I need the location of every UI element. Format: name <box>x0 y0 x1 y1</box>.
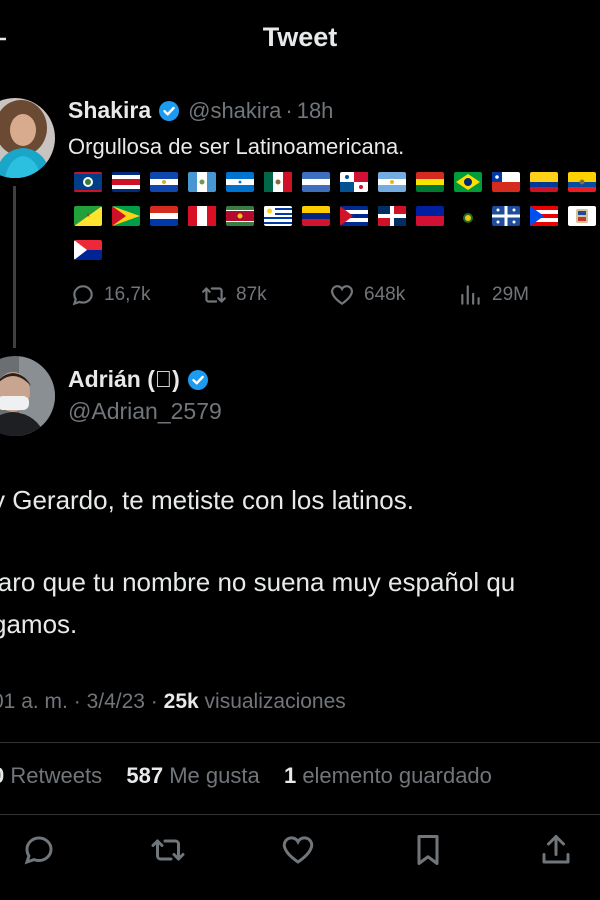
flag-venezuela <box>302 206 330 226</box>
likes-label[interactable]: Me gusta <box>169 763 260 788</box>
flag-honduras <box>226 172 254 192</box>
flag-costa-rica <box>112 172 140 192</box>
flag-belize <box>74 172 102 192</box>
heart-icon <box>331 285 353 305</box>
likes-count[interactable]: 587 <box>126 763 163 788</box>
reply-text-line-3: gamos. <box>0 609 78 639</box>
reply-text-line-2: laro que tu nombre no suena muy español … <box>0 567 516 597</box>
flag-peru <box>188 206 216 226</box>
saves-label[interactable]: elemento guardado <box>302 763 492 788</box>
views-count: 25k <box>163 690 199 713</box>
flag-guadeloupe <box>454 206 482 226</box>
tweet-stats: 0 Retweets 587 Me gusta 1 elemento guard… <box>0 763 492 789</box>
flag-uruguay <box>264 206 292 226</box>
views-icon <box>461 285 480 305</box>
retweets-count[interactable]: 0 <box>0 763 4 788</box>
reply-author-row: Adrián () <box>68 366 600 393</box>
meta-separator: · <box>73 690 81 713</box>
tweet-date[interactable]: 3/4/23 <box>87 690 145 713</box>
divider <box>0 814 600 815</box>
retweets-label[interactable]: Retweets <box>10 763 102 788</box>
verified-badge-icon <box>159 100 180 121</box>
reply-icon <box>72 285 93 306</box>
flag-ecuador <box>568 172 596 192</box>
flag-colombia <box>530 172 558 192</box>
flag-panama <box>340 172 368 192</box>
heart-icon[interactable] <box>280 832 316 868</box>
tweet-meta: 01 a. m. · 3/4/23 · 25k visualizaciones <box>0 690 346 714</box>
saves-count[interactable]: 1 <box>284 763 296 788</box>
divider <box>0 742 600 743</box>
retweet-action[interactable]: 87k <box>200 282 267 308</box>
tweet-time[interactable]: 18h <box>297 98 334 124</box>
original-author-row: Shakira @shakira · 18h <box>68 97 600 124</box>
avatar-shakira[interactable] <box>0 98 55 178</box>
reply-author-handle[interactable]: @Adrian_2579 <box>68 398 222 425</box>
flag-haiti <box>416 206 444 226</box>
like-count: 648k <box>364 284 406 305</box>
flag-guyana <box>112 206 140 226</box>
flag-saint-martin <box>74 240 102 260</box>
flag-argentina <box>378 172 406 192</box>
top-bar: Tweet <box>0 0 600 80</box>
views-count: 29M <box>492 284 529 305</box>
thread-line <box>13 186 16 348</box>
share-icon[interactable] <box>538 832 574 868</box>
flag-cuba <box>340 206 368 226</box>
retweet-icon <box>202 287 226 303</box>
flag-bolivia <box>416 172 444 192</box>
views-action[interactable]: 29M <box>458 282 529 308</box>
flag-guatemala <box>188 172 216 192</box>
flag-brazil <box>454 172 482 192</box>
verified-badge-icon <box>187 369 208 390</box>
avatar-adrian[interactable] <box>0 356 55 436</box>
like-action[interactable]: 648k <box>328 282 405 308</box>
retweet-count: 87k <box>236 284 267 305</box>
flag-martinique <box>492 206 520 226</box>
page-title: Tweet <box>262 22 338 52</box>
retweet-icon[interactable] <box>150 832 186 868</box>
flag-saint-barthelemy <box>568 206 596 226</box>
author-handle[interactable]: @shakira <box>188 98 281 124</box>
author-name[interactable]: Shakira <box>68 97 151 124</box>
flag-suriname <box>226 206 254 226</box>
flag-french-guiana <box>74 206 102 226</box>
reply-action[interactable]: 16,7k <box>70 282 150 308</box>
meta-separator: · <box>150 690 158 713</box>
reply-text-line-1: y Gerardo, te metiste con los latinos. <box>0 485 414 515</box>
bookmark-icon[interactable] <box>410 832 446 868</box>
tweet-timestamp[interactable]: 01 a. m. <box>0 690 68 713</box>
flag-puerto-rico <box>530 206 558 226</box>
flag-el-salvador <box>150 172 178 192</box>
flag-mexico <box>264 172 292 192</box>
flag-paraguay <box>150 206 178 226</box>
tweet-action-bar <box>0 832 600 872</box>
reply-count: 16,7k <box>104 284 151 305</box>
flag-chile <box>492 172 520 192</box>
reply-icon[interactable] <box>21 832 57 868</box>
views-label: visualizaciones <box>204 690 346 713</box>
flag-nicaragua <box>302 172 330 192</box>
separator-dot: · <box>285 97 293 123</box>
reply-author-name[interactable]: Adrián () <box>68 366 180 393</box>
original-tweet-actions: 16,7k 87k 648k 29M <box>70 282 600 312</box>
tweet-text: Orgullosa de ser Latinoamericana. <box>68 134 405 159</box>
flag-dominican-republic <box>378 206 406 226</box>
